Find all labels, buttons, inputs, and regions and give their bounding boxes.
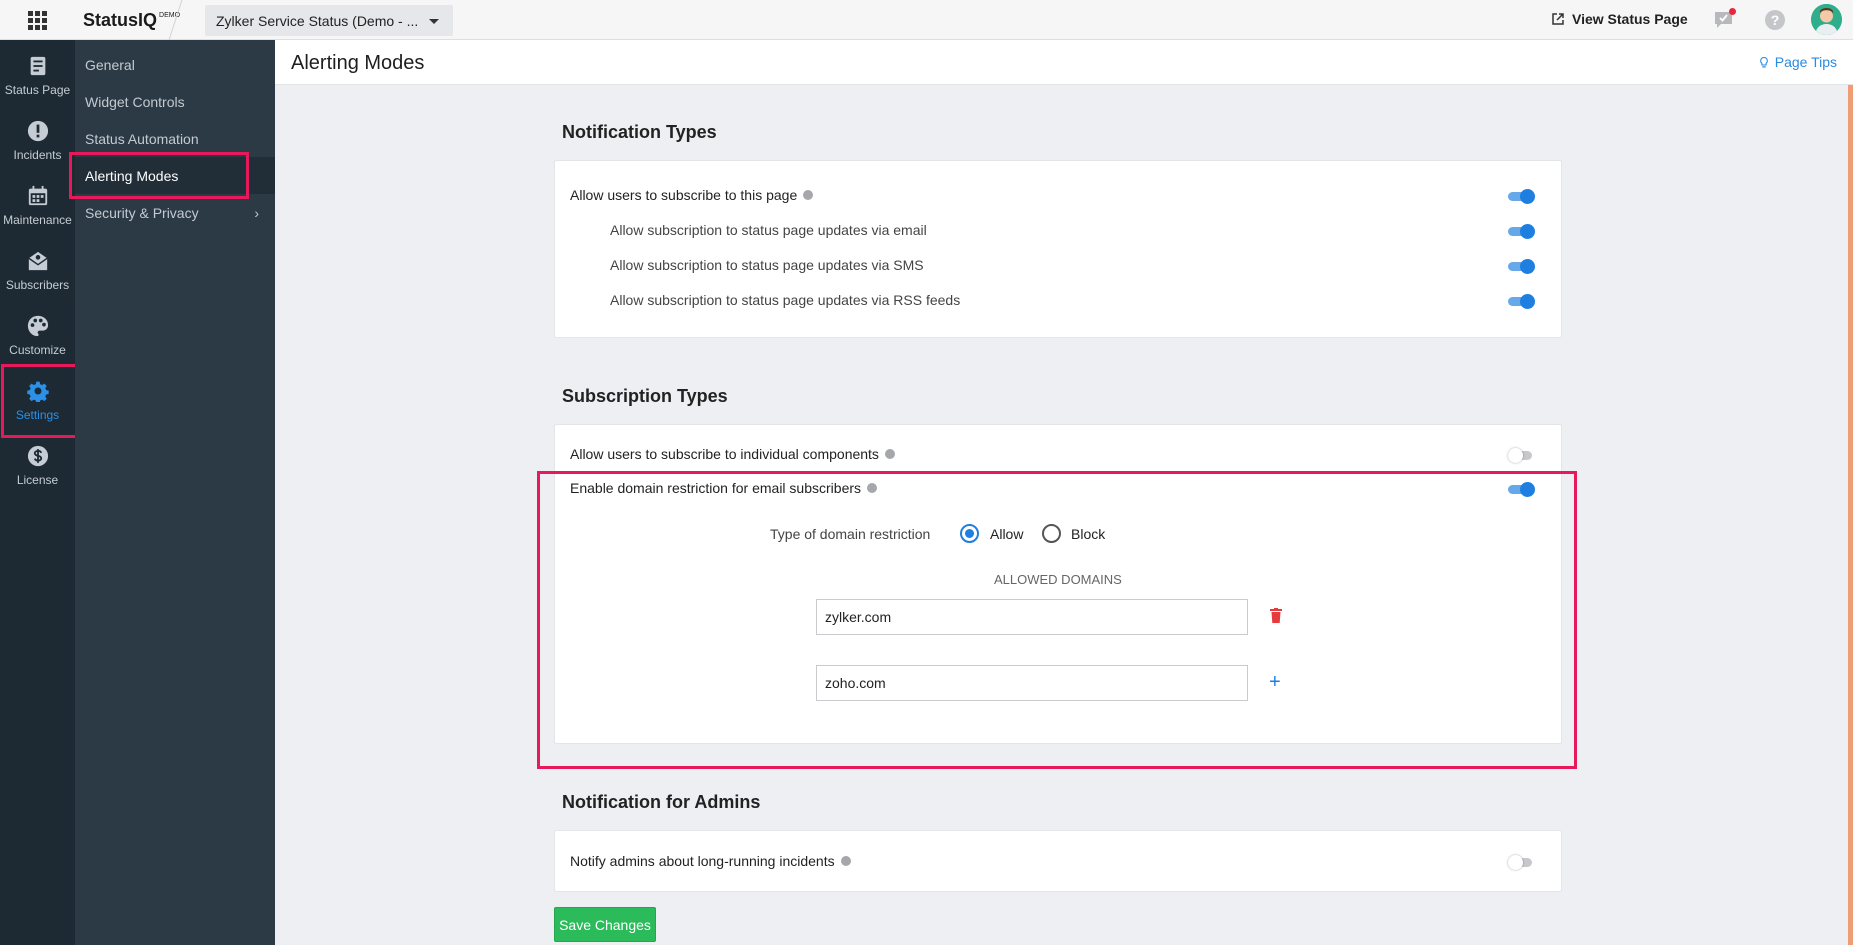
- nav-maintenance-label: Maintenance: [3, 213, 72, 227]
- notification-icon[interactable]: [1713, 8, 1736, 29]
- info-icon[interactable]: [840, 856, 851, 866]
- status-page-icon: [26, 54, 50, 78]
- nav-customize-label: Customize: [9, 343, 66, 357]
- status-page-selector[interactable]: Zylker Service Status (Demo - ...: [205, 5, 453, 36]
- nav-license[interactable]: License: [0, 434, 75, 496]
- individual-components-row: Allow users to subscribe to individual c…: [570, 446, 895, 462]
- page-title: Alerting Modes: [291, 52, 425, 74]
- nav-status-page-label: Status Page: [4, 83, 71, 97]
- nav-subscribers-label: Subscribers: [5, 278, 70, 292]
- nav-incidents-label: Incidents: [13, 148, 62, 162]
- view-status-page-link[interactable]: View Status Page: [1552, 11, 1688, 27]
- scroll-edge-strip: [1848, 85, 1853, 945]
- long-running-label: Notify admins about long-running inciden…: [570, 853, 835, 869]
- submenu-security-privacy[interactable]: Security & Privacy ›: [75, 194, 275, 231]
- chevron-right-icon: ›: [254, 204, 259, 221]
- sms-updates-label: Allow subscription to status page update…: [610, 257, 924, 273]
- main-nav-rail: Status Page Incidents Maintenance Subscr…: [0, 40, 75, 945]
- palette-icon: [26, 314, 50, 338]
- page-tips-label: Page Tips: [1774, 54, 1837, 70]
- page-tips-link[interactable]: Page Tips: [1759, 54, 1837, 70]
- individual-components-label: Allow users to subscribe to individual c…: [570, 446, 879, 462]
- email-updates-toggle[interactable]: [1508, 224, 1535, 239]
- grid-icon: [28, 10, 47, 30]
- brand-logo[interactable]: StatusIQ DEMO: [83, 10, 180, 31]
- email-updates-label: Allow subscription to status page update…: [610, 222, 927, 238]
- help-icon[interactable]: ?: [1765, 10, 1785, 30]
- email-updates-row: Allow subscription to status page update…: [610, 222, 927, 238]
- rss-updates-label: Allow subscription to status page update…: [610, 292, 961, 308]
- long-running-toggle[interactable]: [1508, 855, 1534, 870]
- nav-maintenance[interactable]: Maintenance: [0, 174, 75, 236]
- subscribe-page-label: Allow users to subscribe to this page: [570, 187, 798, 203]
- domain-restriction-highlight-box: [537, 471, 1577, 769]
- info-icon[interactable]: [884, 449, 895, 459]
- page-header: Alerting Modes Page Tips: [275, 40, 1853, 85]
- submenu-security-privacy-label: Security & Privacy: [85, 204, 199, 221]
- sms-updates-toggle[interactable]: [1508, 259, 1535, 274]
- app-grid-button[interactable]: [0, 0, 75, 40]
- rss-updates-row: Allow subscription to status page update…: [610, 292, 960, 308]
- incident-icon: [26, 119, 50, 143]
- calendar-icon: [26, 184, 50, 208]
- subscribe-page-toggle[interactable]: [1508, 189, 1535, 204]
- top-bar: StatusIQ DEMO Zylker Service Status (Demo…: [0, 0, 1853, 40]
- external-link-icon: [1552, 13, 1564, 25]
- notification-dot: [1729, 8, 1736, 15]
- admin-notifications-title: Notification for Admins: [562, 792, 761, 812]
- submenu-general[interactable]: General: [75, 46, 275, 83]
- nav-customize[interactable]: Customize: [0, 304, 75, 366]
- submenu-general-label: General: [85, 56, 135, 73]
- brand-name: StatusIQ: [83, 10, 158, 30]
- submenu-status-automation-label: Status Automation: [85, 130, 199, 147]
- subscribers-icon: [26, 249, 50, 273]
- avatar[interactable]: [1811, 4, 1842, 35]
- long-running-row: Notify admins about long-running inciden…: [570, 853, 851, 869]
- submenu-widget-controls-label: Widget Controls: [85, 93, 185, 110]
- alerting-modes-highlight-box: [69, 152, 249, 199]
- status-page-selector-value: Zylker Service Status (Demo - ...: [216, 12, 419, 29]
- settings-highlight-box: [1, 364, 79, 438]
- dollar-icon: [26, 444, 50, 468]
- individual-components-toggle[interactable]: [1508, 448, 1534, 463]
- submenu-widget-controls[interactable]: Widget Controls: [75, 83, 275, 120]
- subscribe-page-row: Allow users to subscribe to this page: [570, 187, 814, 203]
- save-changes-button[interactable]: Save Changes: [554, 907, 656, 942]
- view-status-page-label: View Status Page: [1572, 11, 1688, 27]
- rss-updates-toggle[interactable]: [1508, 294, 1535, 309]
- nav-status-page[interactable]: Status Page: [0, 44, 75, 106]
- notification-types-title: Notification Types: [562, 122, 717, 142]
- nav-subscribers[interactable]: Subscribers: [0, 239, 75, 301]
- subscription-types-title: Subscription Types: [562, 386, 728, 406]
- caret-down-icon: [429, 19, 439, 24]
- nav-incidents[interactable]: Incidents: [0, 109, 75, 171]
- sms-updates-row: Allow subscription to status page update…: [610, 257, 924, 273]
- lightbulb-icon: [1759, 56, 1768, 67]
- info-icon[interactable]: [803, 190, 814, 200]
- nav-license-label: License: [16, 473, 59, 487]
